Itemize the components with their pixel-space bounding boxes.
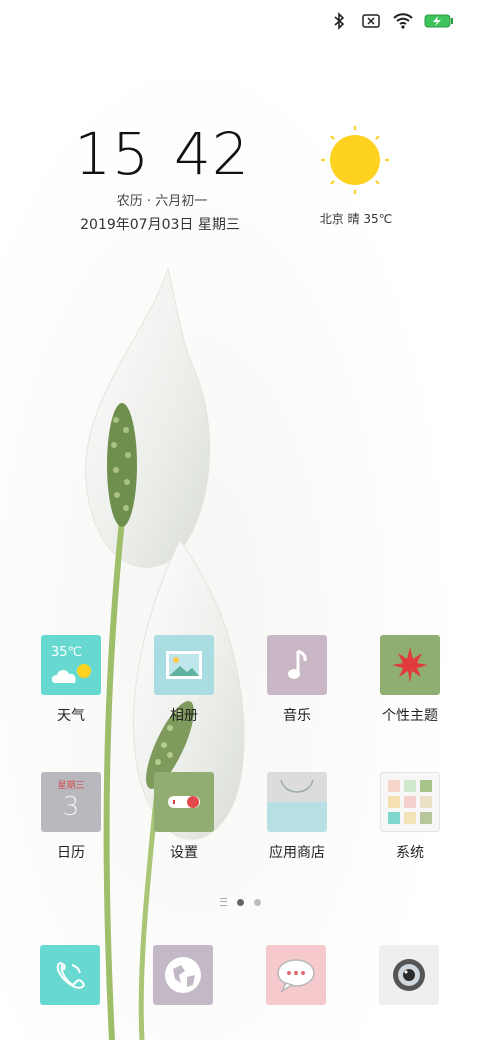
date-text: 2019年07月03日 星期三: [80, 217, 240, 233]
system-folder-icon: [380, 772, 440, 832]
app-themes[interactable]: 个性主题: [365, 635, 455, 725]
app-store-icon: [267, 772, 327, 832]
app-label: 天气: [57, 708, 85, 724]
app-label: 日历: [57, 845, 85, 861]
app-system-folder[interactable]: 系统: [365, 772, 455, 862]
calendar-weekday: 星期三: [57, 781, 85, 791]
phone-icon[interactable]: [40, 945, 100, 1005]
page-dot[interactable]: [253, 898, 261, 906]
calendar-app-icon: 星期三 3: [41, 772, 101, 832]
calendar-day-number: 3: [62, 792, 80, 822]
app-label: 系统: [396, 845, 424, 861]
status-bar: [328, 8, 454, 34]
app-music[interactable]: 音乐: [252, 635, 342, 725]
clock-widget[interactable]: 15 42: [74, 124, 249, 184]
app-label: 设置: [170, 845, 198, 861]
browser-globe-icon[interactable]: [153, 945, 213, 1005]
app-label: 个性主题: [382, 708, 438, 724]
clock-hours: 15: [74, 120, 150, 188]
weather-widget[interactable]: [300, 120, 410, 200]
app-settings[interactable]: 设置: [139, 772, 229, 862]
clock-time: 15 42: [74, 124, 249, 184]
lunar-date: 农历 · 六月初一: [116, 194, 208, 209]
sun-icon: [321, 126, 389, 194]
bluetooth-icon: [328, 10, 350, 32]
battery-charging-icon: [424, 10, 454, 32]
page-dot-active[interactable]: [236, 898, 244, 906]
app-store[interactable]: 应用商店: [252, 772, 342, 862]
themes-app-icon: [380, 635, 440, 695]
page-indicator[interactable]: [0, 896, 480, 908]
app-calendar[interactable]: 星期三 3 日历: [26, 772, 116, 862]
app-drawer-lines-icon[interactable]: [219, 898, 227, 906]
app-label: 音乐: [283, 708, 311, 724]
camera-icon[interactable]: [379, 945, 439, 1005]
messages-icon[interactable]: [266, 945, 326, 1005]
app-gallery[interactable]: 相册: [139, 635, 229, 725]
settings-app-icon: [154, 772, 214, 832]
no-sim-icon: [360, 10, 382, 32]
weather-summary: 北京 晴 35℃: [319, 212, 393, 226]
weather-app-icon: 35℃: [41, 635, 101, 695]
wifi-icon: [392, 10, 414, 32]
app-weather[interactable]: 35℃ 天气: [26, 635, 116, 725]
clock-minutes: 42: [174, 120, 250, 188]
music-app-icon: [267, 635, 327, 695]
app-label: 相册: [170, 708, 198, 724]
gallery-app-icon: [154, 635, 214, 695]
app-label: 应用商店: [269, 845, 325, 861]
